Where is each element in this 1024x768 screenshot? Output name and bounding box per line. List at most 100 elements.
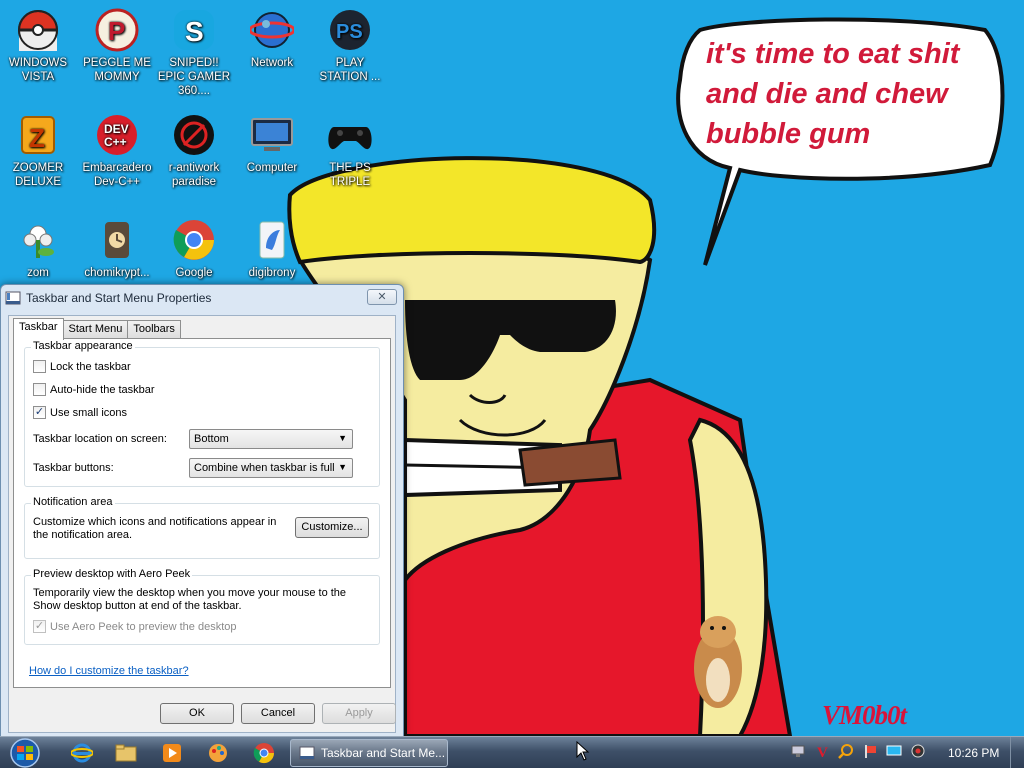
taskbar-pinned-ie[interactable] bbox=[64, 740, 100, 766]
antiwork-icon bbox=[170, 111, 218, 159]
desktop-icon-label: digibrony bbox=[248, 267, 296, 279]
skype-icon: S bbox=[170, 6, 218, 54]
chrome-icon bbox=[170, 216, 218, 264]
tab-strip: Taskbar Start Menu Toolbars bbox=[13, 318, 181, 340]
customize-button[interactable]: Customize... bbox=[295, 517, 369, 538]
desktop-icon-label: THE PS TRIPLE bbox=[329, 162, 371, 188]
taskbar-properties-dialog: Taskbar and Start Menu Properties ✕ Task… bbox=[0, 284, 404, 738]
desktop-icon-label: SNIPED!! EPIC GAMER 360.... bbox=[157, 57, 231, 97]
taskbar-buttons-select[interactable]: Combine when taskbar is full ▼ bbox=[189, 458, 353, 478]
close-button[interactable]: ✕ bbox=[367, 289, 397, 305]
windows-logo-icon bbox=[10, 738, 40, 768]
notification-area-group: Notification area Customize which icons … bbox=[24, 496, 380, 559]
taskbar-appearance-group: Taskbar appearance Lock the taskbar Auto… bbox=[24, 340, 380, 487]
taskbar-properties-icon bbox=[5, 291, 21, 305]
dialog-title: Taskbar and Start Menu Properties bbox=[26, 291, 212, 305]
aero-peek-checkbox[interactable]: ✓ bbox=[33, 620, 46, 633]
taskbar-clock[interactable]: 10:26 PM bbox=[948, 746, 999, 760]
desktop-icon-chomikrypt[interactable]: chomikrypt... bbox=[79, 216, 155, 280]
close-icon: ✕ bbox=[377, 291, 387, 303]
small-icons-option[interactable]: ✓ Use small icons bbox=[33, 406, 127, 419]
taskbar: Taskbar and Start Me... V 10:26 PM bbox=[0, 736, 1024, 768]
network-tray-icon[interactable] bbox=[790, 743, 806, 759]
aero-peek-label: Use Aero Peek to preview the desktop bbox=[50, 620, 237, 633]
group-title-notification: Notification area bbox=[31, 496, 115, 508]
desktop-icon-zom[interactable]: zom bbox=[0, 216, 76, 280]
notification-tray: V bbox=[790, 743, 934, 759]
ok-button[interactable]: OK bbox=[160, 703, 234, 724]
autohide-taskbar-option[interactable]: Auto-hide the taskbar bbox=[33, 383, 155, 396]
lock-taskbar-label: Lock the taskbar bbox=[50, 360, 131, 373]
desktop-icon-label: PEGGLE ME MOMMY bbox=[83, 57, 151, 83]
dialog-title-bar[interactable]: Taskbar and Start Menu Properties bbox=[1, 285, 403, 311]
chomikrypt-icon bbox=[93, 216, 141, 264]
desktop-icon-computer[interactable]: Computer bbox=[234, 111, 310, 175]
search-tray-icon[interactable] bbox=[838, 743, 854, 759]
desktop-icon-label: PLAY STATION ... bbox=[319, 57, 381, 83]
taskbar-location-label: Taskbar location on screen: bbox=[33, 433, 167, 445]
paint-app-icon bbox=[209, 744, 227, 762]
desktop-icon-google[interactable]: Google bbox=[156, 216, 232, 280]
dialog-body: Taskbar Start Menu Toolbars Taskbar appe… bbox=[8, 315, 396, 733]
help-link[interactable]: How do I customize the taskbar? bbox=[29, 665, 189, 677]
tab-taskbar[interactable]: Taskbar bbox=[13, 318, 64, 340]
chrome-icon bbox=[253, 743, 275, 764]
v-tray-icon[interactable]: V bbox=[814, 743, 830, 759]
speaker-tray-icon[interactable] bbox=[910, 743, 926, 759]
pvz-icon bbox=[14, 216, 62, 264]
peggle-icon: P bbox=[93, 6, 141, 54]
tab-start-menu[interactable]: Start Menu bbox=[62, 320, 129, 339]
chevron-down-icon: ▼ bbox=[338, 433, 347, 443]
folder-icon bbox=[115, 744, 137, 762]
show-desktop-button[interactable] bbox=[1010, 737, 1024, 768]
lock-taskbar-option[interactable]: Lock the taskbar bbox=[33, 360, 131, 373]
flag-tray-icon[interactable] bbox=[862, 743, 878, 759]
desktop-icon-ps-triple[interactable]: THE PS TRIPLE bbox=[312, 111, 388, 189]
taskbar-tab-panel: Taskbar appearance Lock the taskbar Auto… bbox=[13, 338, 391, 688]
lock-taskbar-checkbox[interactable] bbox=[33, 360, 46, 373]
tab-toolbars[interactable]: Toolbars bbox=[127, 320, 181, 339]
autohide-taskbar-label: Auto-hide the taskbar bbox=[50, 383, 155, 396]
desktop-icon-windows-vista[interactable]: WINDOWS VISTA bbox=[0, 6, 76, 84]
taskbar-task-properties[interactable]: Taskbar and Start Me... bbox=[290, 739, 448, 767]
taskbar-pinned-explorer[interactable] bbox=[108, 740, 144, 766]
computer-icon bbox=[248, 111, 296, 159]
aero-peek-description: Temporarily view the desktop when you mo… bbox=[33, 587, 347, 612]
autohide-taskbar-checkbox[interactable] bbox=[33, 383, 46, 396]
small-icons-label: Use small icons bbox=[50, 406, 128, 419]
desktop-icon-sniped[interactable]: S SNIPED!! EPIC GAMER 360.... bbox=[156, 6, 232, 98]
taskbar-pinned-paint[interactable] bbox=[200, 740, 236, 766]
taskbar-pinned-chrome[interactable] bbox=[246, 740, 282, 766]
taskbar-pinned-media-player[interactable] bbox=[154, 740, 190, 766]
start-button[interactable] bbox=[6, 738, 44, 768]
group-title-appearance: Taskbar appearance bbox=[31, 340, 135, 352]
media-player-icon bbox=[163, 744, 181, 762]
cancel-button[interactable]: Cancel bbox=[241, 703, 315, 724]
desktop-icon-zoomer[interactable]: Z ZOOMER DELUXE bbox=[0, 111, 76, 189]
zuma-icon: Z bbox=[14, 111, 62, 159]
desktop-icon-network[interactable]: Network bbox=[234, 6, 310, 70]
playstation-icon: PS bbox=[326, 6, 374, 54]
desktop-icon-label: ZOOMER DELUXE bbox=[12, 162, 64, 188]
desktop-icon-devcpp[interactable]: DEV C++ Embarcadero Dev-C++ bbox=[79, 111, 155, 189]
notification-description: Customize which icons and notifications … bbox=[33, 516, 277, 541]
aero-peek-group: Preview desktop with Aero Peek Temporari… bbox=[24, 568, 380, 645]
desktop-icon-label: Google bbox=[175, 267, 213, 279]
desktop-icon-digibrony[interactable]: digibrony bbox=[234, 216, 310, 280]
speech-bubble-text: it's time to eat shit and die and chew b… bbox=[706, 38, 960, 150]
desktop-icon-playstation[interactable]: PS PLAY STATION ... bbox=[312, 6, 388, 84]
aero-peek-option[interactable]: ✓ Use Aero Peek to preview the desktop bbox=[33, 620, 237, 633]
apply-button[interactable]: Apply bbox=[322, 703, 396, 724]
network-globe-icon bbox=[248, 6, 296, 54]
svg-text:Z: Z bbox=[29, 123, 45, 153]
internet-explorer-icon bbox=[71, 743, 93, 763]
desktop-icon-antiwork[interactable]: r-antiwork paradise bbox=[156, 111, 232, 189]
taskbar-properties-icon bbox=[299, 746, 315, 760]
taskbar-location-value: Bottom bbox=[194, 433, 229, 445]
desktop-icon-peggle[interactable]: P PEGGLE ME MOMMY bbox=[79, 6, 155, 84]
gamepad-icon bbox=[326, 111, 374, 159]
svg-text:P: P bbox=[108, 16, 125, 46]
small-icons-checkbox[interactable]: ✓ bbox=[33, 406, 46, 419]
monitor-tray-icon[interactable] bbox=[886, 743, 902, 759]
taskbar-location-select[interactable]: Bottom ▼ bbox=[189, 429, 353, 449]
